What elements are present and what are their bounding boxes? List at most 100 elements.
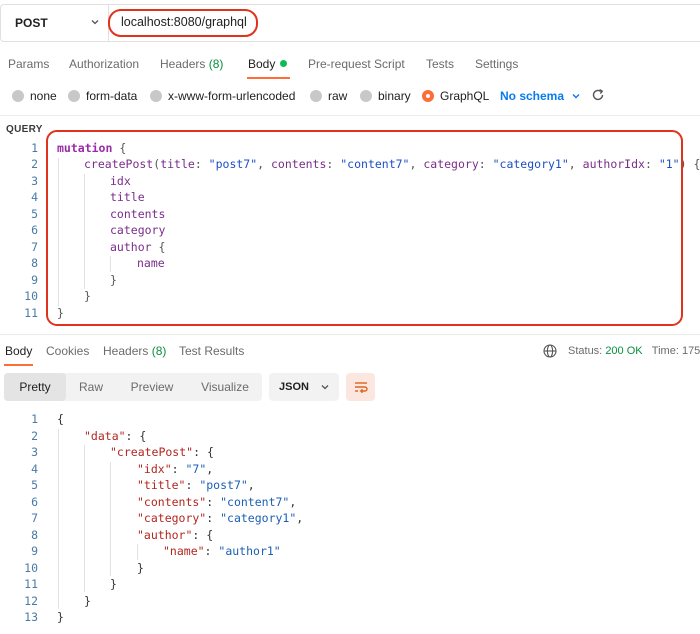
view-mode-switch: Pretty Raw Preview Visualize	[4, 373, 262, 401]
radio-urlencoded[interactable]: x-www-form-urlencoded	[150, 89, 295, 103]
indent-guide	[84, 445, 85, 592]
format-select[interactable]: JSON	[269, 373, 339, 401]
json-value: "content7"	[220, 495, 290, 509]
wrap-lines-icon	[354, 382, 368, 394]
radio-none-label: none	[30, 89, 57, 103]
method-select[interactable]: POST	[1, 5, 109, 41]
radio-raw[interactable]: raw	[310, 89, 347, 103]
field-name: title	[110, 190, 145, 204]
indent-guide	[110, 462, 111, 576]
arg-name: contents	[271, 157, 327, 171]
radio-raw-label: raw	[328, 89, 348, 103]
tab-authorization[interactable]: Authorization	[69, 57, 139, 71]
response-tab-test-results[interactable]: Test Results	[179, 344, 244, 358]
code-line: author {	[110, 240, 166, 254]
json-key: "contents"	[137, 495, 207, 509]
radio-none[interactable]: none	[12, 89, 57, 103]
view-mode-pretty[interactable]: Pretty	[4, 373, 66, 401]
tab-body-label: Body	[248, 57, 276, 71]
line-number: 12	[24, 594, 38, 608]
arg-name: title	[160, 157, 195, 171]
schema-select[interactable]: No schema	[500, 89, 564, 103]
radio-binary-label: binary	[378, 89, 411, 103]
chevron-down-icon[interactable]	[570, 90, 582, 102]
response-status: Status: 200 OK Time: 175	[568, 345, 700, 357]
json-key: "category"	[137, 511, 207, 525]
chevron-down-icon	[321, 385, 329, 390]
radio-binary[interactable]: binary	[360, 89, 411, 103]
code-line: name	[137, 256, 165, 270]
json-value: "category1"	[220, 511, 297, 525]
indent-guide	[110, 256, 111, 272]
method-label: POST	[15, 16, 48, 30]
tab-body[interactable]: Body	[248, 57, 288, 71]
code-line: contents	[110, 207, 165, 221]
wrap-lines-button[interactable]	[346, 373, 375, 401]
tab-params[interactable]: Params	[8, 57, 49, 71]
tab-headers-count: (8)	[208, 57, 224, 71]
response-tab-headers[interactable]: Headers (8)	[103, 344, 166, 358]
chevron-down-icon	[91, 20, 99, 25]
function-name: createPost	[84, 157, 154, 171]
status-value: 200 OK	[605, 345, 643, 357]
view-mode-raw[interactable]: Raw	[66, 373, 116, 401]
line-number: 3	[31, 174, 38, 188]
line-number: 4	[31, 462, 38, 476]
line-number: 1	[31, 141, 38, 155]
field-name: idx	[110, 174, 131, 188]
tab-pre-request-script[interactable]: Pre-request Script	[308, 57, 405, 71]
line-number: 3	[31, 445, 38, 459]
code-line: "data": {	[84, 429, 147, 443]
globe-icon[interactable]	[543, 344, 557, 358]
json-key: "idx"	[137, 462, 172, 476]
code-line: }	[84, 289, 91, 303]
tab-headers[interactable]: Headers (8)	[160, 57, 223, 71]
tab-tests[interactable]: Tests	[426, 57, 454, 71]
status-label: Status:	[568, 345, 603, 357]
view-mode-visualize[interactable]: Visualize	[190, 373, 260, 401]
radio-form-data[interactable]: form-data	[68, 89, 137, 103]
code-line: }	[57, 610, 64, 624]
line-number: 2	[31, 429, 38, 443]
json-key: "author"	[137, 528, 193, 542]
line-number: 13	[24, 610, 38, 624]
indent-guide	[58, 429, 59, 609]
request-bar: POST localhost:8080/graphql	[0, 4, 700, 42]
arg-name: category	[423, 157, 479, 171]
line-number: 6	[31, 495, 38, 509]
radio-circle	[150, 90, 162, 102]
radio-graphql[interactable]: GraphQL	[422, 89, 489, 103]
tab-headers-label: Headers	[160, 57, 206, 71]
line-number: 9	[31, 544, 38, 558]
response-tab-cookies[interactable]: Cookies	[46, 344, 89, 358]
response-tab-headers-count: (8)	[151, 344, 167, 358]
view-mode-preview[interactable]: Preview	[120, 373, 184, 401]
divider	[0, 115, 700, 116]
json-value: "author1"	[218, 544, 281, 558]
response-tab-body[interactable]: Body	[5, 344, 32, 358]
json-key: "title"	[137, 478, 186, 492]
line-number: 10	[24, 289, 38, 303]
line-number: 7	[31, 511, 38, 525]
radio-circle	[360, 90, 372, 102]
radio-circle	[310, 90, 322, 102]
line-number: 11	[24, 306, 38, 320]
line-number: 11	[24, 577, 38, 591]
brace: {	[119, 141, 127, 155]
indent-guide	[58, 158, 59, 306]
arg-value: "post7"	[208, 157, 258, 171]
divider	[0, 334, 700, 335]
active-response-tab-indicator	[4, 364, 33, 366]
refresh-icon[interactable]	[591, 88, 605, 102]
keyword-mutation: mutation	[57, 141, 113, 155]
code-line: mutation {	[57, 141, 126, 155]
url-input[interactable]: localhost:8080/graphql	[121, 15, 247, 29]
response-tab-headers-label: Headers	[103, 344, 149, 358]
query-section-label: QUERY	[6, 124, 43, 135]
radio-circle-selected	[422, 90, 434, 102]
json-value: "post7"	[199, 478, 248, 492]
tab-settings[interactable]: Settings	[475, 57, 518, 71]
json-key: "name"	[163, 544, 205, 558]
code-line: "name": "author1"	[163, 544, 281, 558]
json-key: "createPost"	[110, 445, 194, 459]
